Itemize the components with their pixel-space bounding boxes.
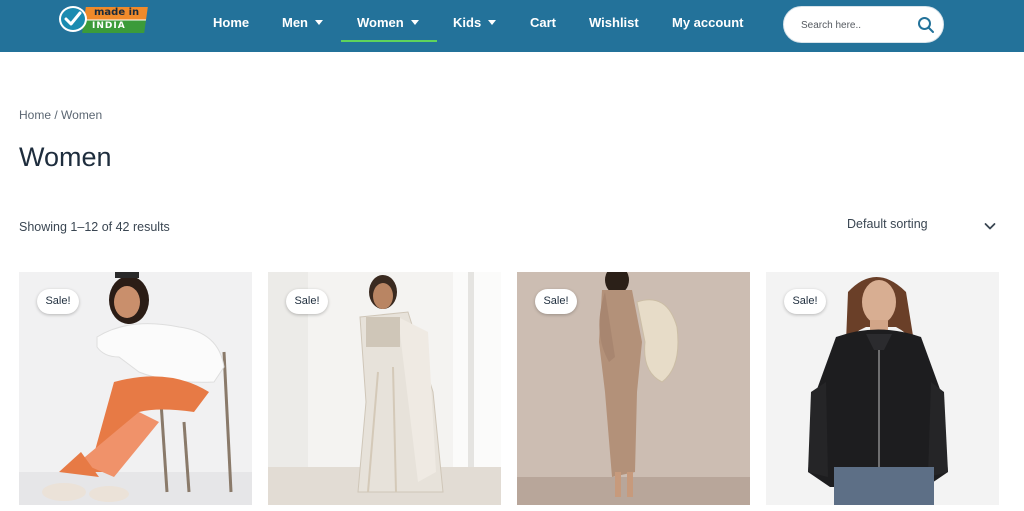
chevron-down-icon [410,20,419,25]
sale-badge: Sale! [784,289,826,314]
page-title: Women [19,142,112,172]
nav-wishlist-label: Wishlist [589,15,639,30]
nav-home-label: Home [213,15,250,30]
product-card-4[interactable]: Sale! [766,272,999,505]
nav-cart-label: Cart [530,15,557,30]
active-nav-indicator [341,40,437,42]
result-count: Showing 1–12 of 42 results [19,220,170,234]
chevron-down-icon [315,20,323,25]
breadcrumb-current: Women [61,108,103,122]
search-icon[interactable] [917,16,935,34]
nav-women-label: Women [357,15,404,30]
nav-women[interactable]: Women [357,15,419,33]
search-input[interactable] [801,17,911,33]
sorting-selected-value: Default sorting [847,217,928,231]
breadcrumb-home-link[interactable]: Home [19,108,51,122]
sale-badge: Sale! [286,289,328,314]
product-card-1[interactable]: Sale! [19,272,252,505]
nav-cart[interactable]: Cart [530,15,556,33]
sale-badge: Sale! [535,289,577,314]
nav-my-account[interactable]: My account [672,15,744,33]
checkmark-icon [59,6,87,32]
nav-men[interactable]: Men [282,15,323,33]
nav-my-account-label: My account [672,15,744,30]
nav-men-label: Men [282,15,308,30]
chevron-down-icon [488,20,497,25]
logo-text-line2: INDIA [92,21,126,31]
search-box [783,6,944,43]
breadcrumb: Home / Women [19,108,102,122]
product-card-3[interactable]: Sale! [517,272,750,505]
sorting-select[interactable]: Default sorting [840,212,1000,238]
breadcrumb-separator: / [51,108,62,122]
nav-wishlist[interactable]: Wishlist [589,15,639,33]
nav-kids[interactable]: Kids [453,15,497,33]
nav-kids-label: Kids [453,15,482,30]
logo-text-line1: made in [94,7,140,18]
chevron-down-icon [984,218,996,236]
nav-home[interactable]: Home [213,15,249,33]
made-in-india-logo[interactable]: made in INDIA [59,4,148,34]
site-header: made in INDIA Home Men Women Kids Cart W… [0,0,1024,52]
sale-badge: Sale! [37,289,79,314]
product-card-2[interactable]: Sale! [268,272,501,505]
